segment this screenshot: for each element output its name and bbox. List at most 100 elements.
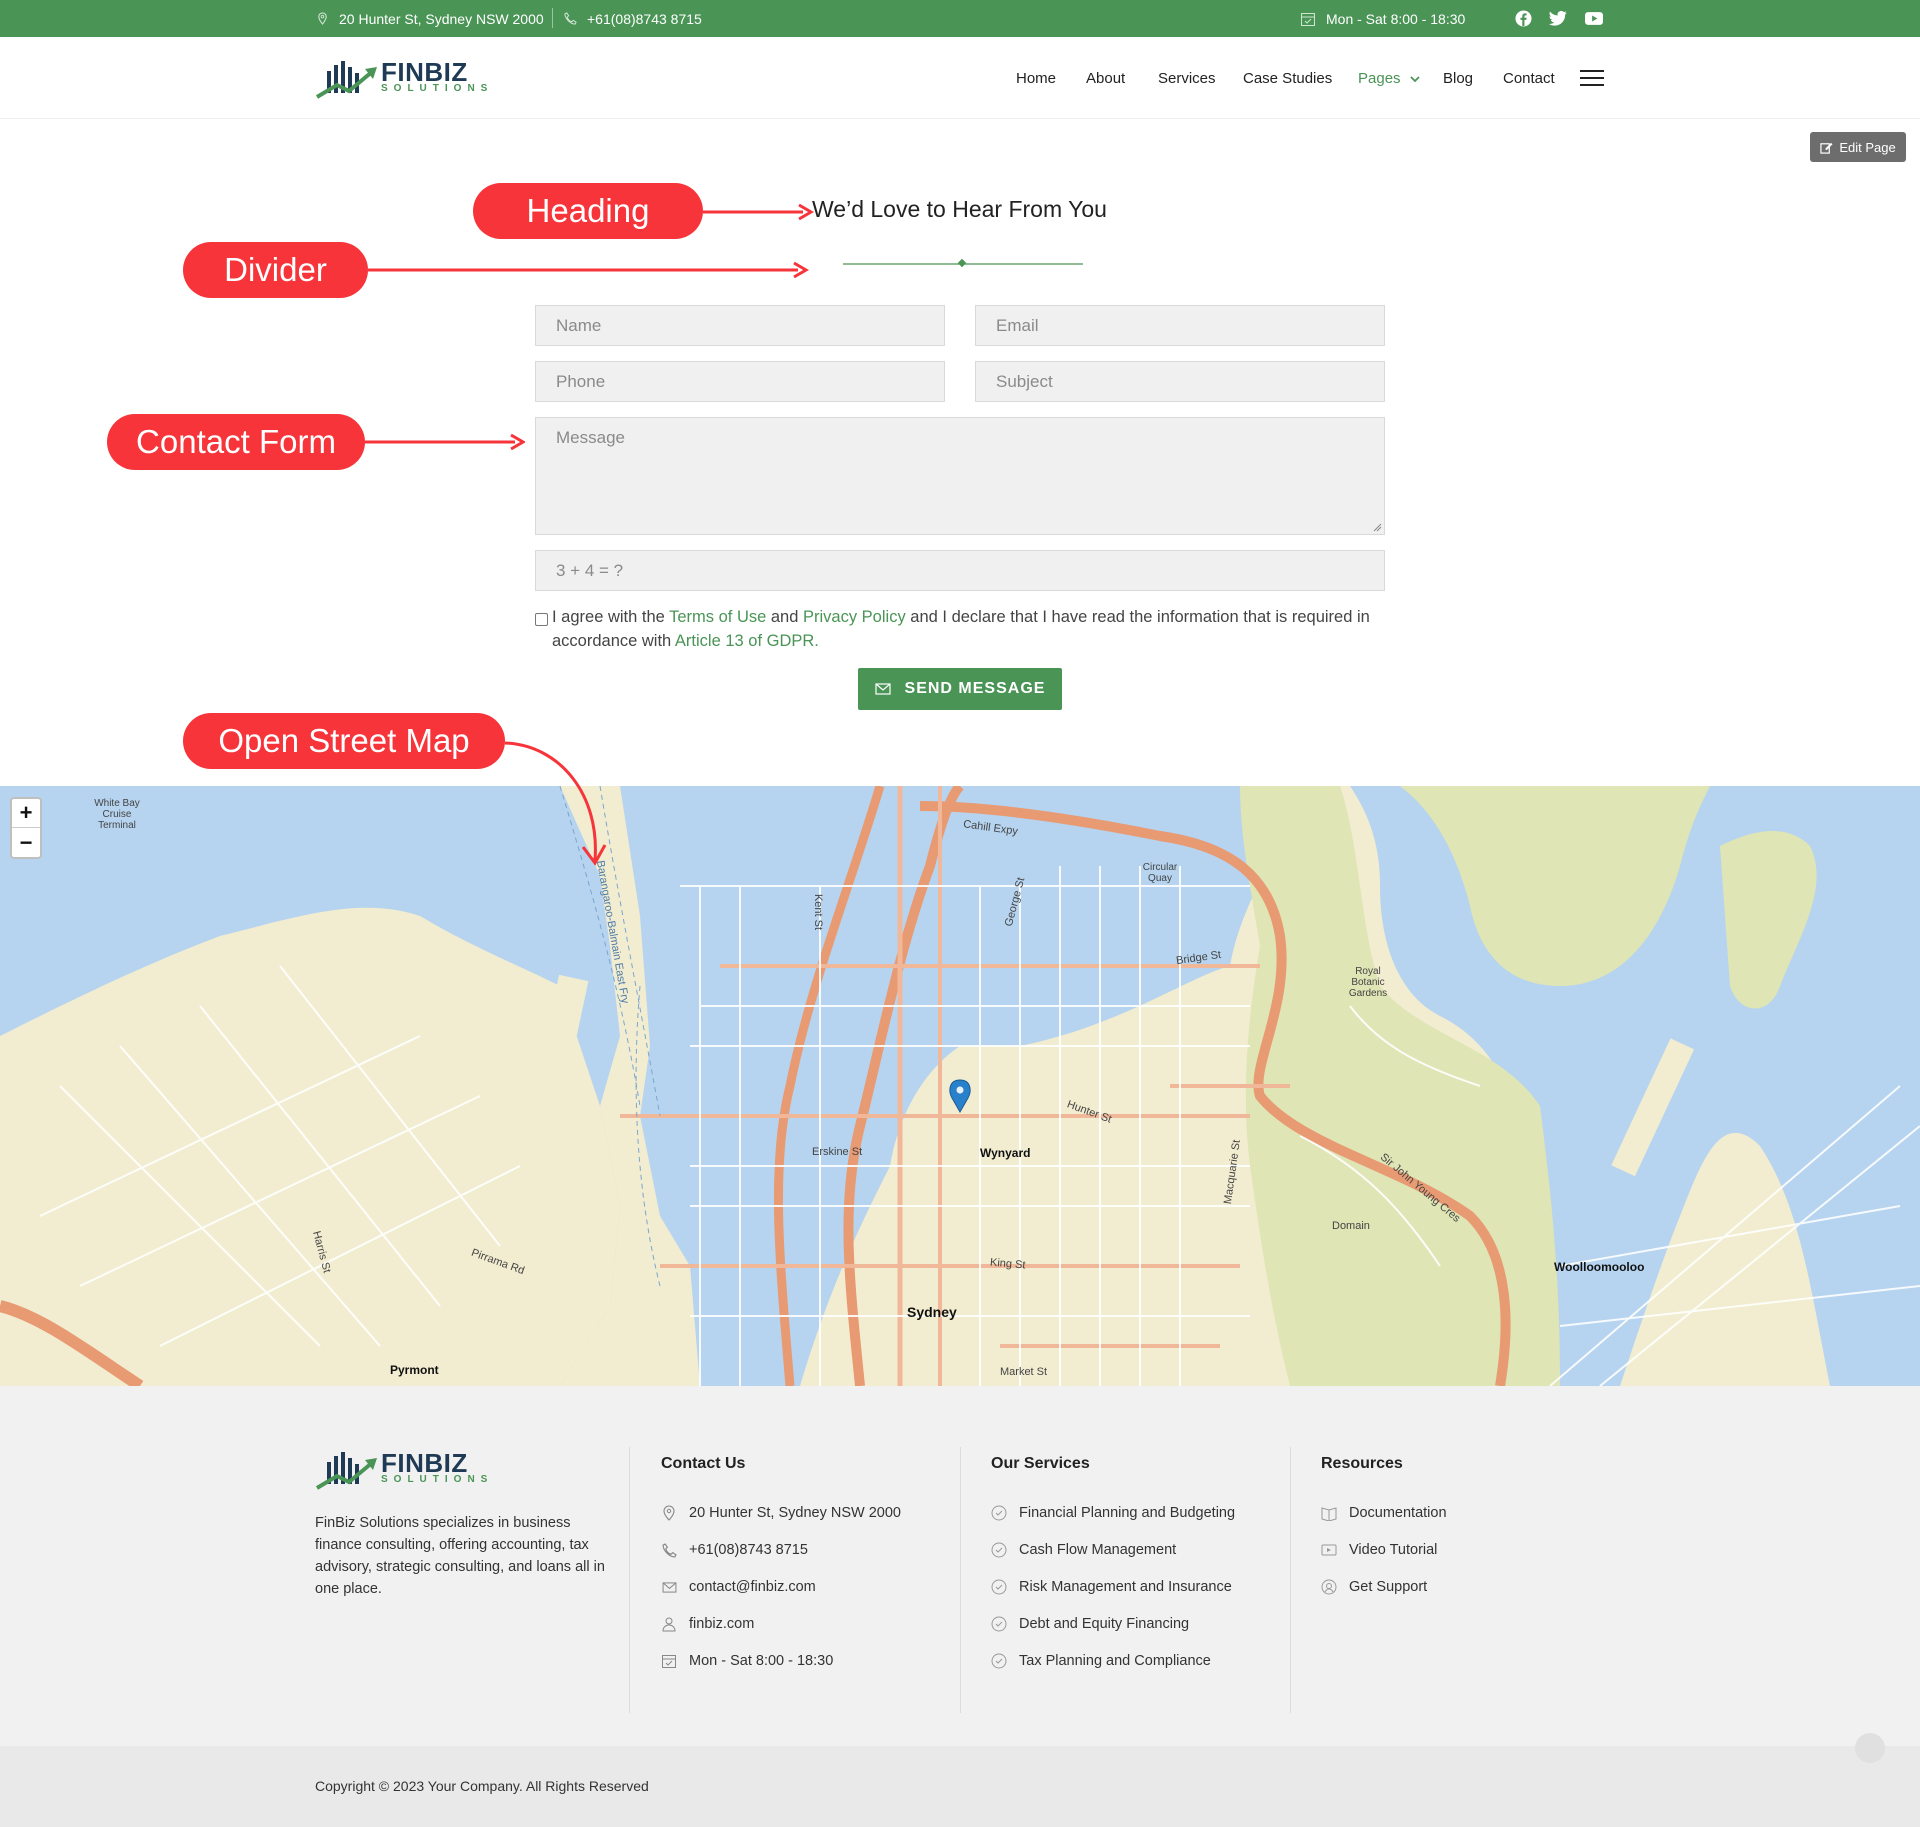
map-label-erskine: Erskine St <box>812 1146 863 1158</box>
calendar-icon <box>661 1653 677 1669</box>
topbar-address: 20 Hunter St, Sydney NSW 2000 <box>316 0 544 37</box>
agree-checkbox[interactable] <box>535 613 548 626</box>
footer-description: FinBiz Solutions specializes in business… <box>315 1515 605 1597</box>
edit-page-button[interactable]: Edit Page <box>1810 132 1906 162</box>
nav-blog[interactable]: Blog <box>1443 70 1473 87</box>
annotation-heading: Heading <box>473 183 703 239</box>
top-bar: 20 Hunter St, Sydney NSW 2000 +61(08)874… <box>0 0 1920 37</box>
name-field[interactable]: Name <box>535 305 945 346</box>
youtube-icon[interactable] <box>1585 9 1603 27</box>
mail-icon <box>874 683 891 695</box>
footer-service-item[interactable]: Financial Planning and Budgeting <box>991 1505 1235 1521</box>
check-circle-icon <box>991 1542 1007 1558</box>
footer-bottom-bar <box>0 1746 1920 1827</box>
facebook-icon[interactable] <box>1514 9 1532 27</box>
privacy-link[interactable]: Privacy Policy <box>803 608 906 626</box>
calendar-icon <box>1301 12 1315 26</box>
annotation-divider: Divider <box>183 242 368 298</box>
footer-resources-title: Resources <box>1321 1455 1403 1472</box>
map-label-woolloomooloo: Woolloomooloo <box>1554 1260 1645 1274</box>
zoom-in-button[interactable]: + <box>12 799 40 828</box>
map-pin-icon <box>318 12 327 25</box>
check-circle-icon <box>991 1579 1007 1595</box>
annotation-map: Open Street Map <box>183 713 505 769</box>
topbar-hours: Mon - Sat 8:00 - 18:30 <box>1300 0 1465 37</box>
logo-wordmark: FINBIZ <box>381 1448 468 1478</box>
email-field[interactable]: Email <box>975 305 1385 346</box>
logo-tagline: SOLUTIONS <box>381 1474 494 1485</box>
map-tiles <box>0 786 1920 1386</box>
annotation-arrow-map <box>504 741 607 866</box>
footer-service-item[interactable]: Tax Planning and Compliance <box>991 1653 1211 1669</box>
footer-resource-documentation[interactable]: Documentation <box>1321 1505 1447 1521</box>
hamburger-menu-icon[interactable] <box>1580 70 1604 86</box>
nav-home[interactable]: Home <box>1016 70 1056 87</box>
phone-field[interactable]: Phone <box>535 361 945 402</box>
site-header: FINBIZ SOLUTIONS Home About Services Cas… <box>0 37 1920 119</box>
footer-contact-phone[interactable]: +61(08)8743 8715 <box>661 1542 808 1558</box>
map-label-domain: Domain <box>1332 1220 1370 1232</box>
map-label-market: Market St <box>1000 1366 1048 1378</box>
send-message-button[interactable]: SEND MESSAGE <box>858 668 1062 710</box>
main-nav: Home About Services Case Studies Pages B… <box>0 37 1920 119</box>
captcha-field[interactable]: 3 + 4 = ? <box>535 550 1385 591</box>
map-label-sydney: Sydney <box>907 1304 957 1320</box>
video-icon <box>1321 1542 1337 1558</box>
check-circle-icon <box>991 1653 1007 1669</box>
map-pin-icon <box>661 1505 677 1521</box>
footer-contact-email[interactable]: contact@finbiz.com <box>661 1579 816 1595</box>
section-divider <box>843 258 1083 268</box>
nav-services[interactable]: Services <box>1158 70 1216 87</box>
map-label-circular-quay: Circular Quay <box>1142 862 1178 884</box>
book-icon <box>1321 1505 1337 1521</box>
footer-resource-video[interactable]: Video Tutorial <box>1321 1542 1437 1558</box>
edit-icon <box>1820 142 1833 154</box>
footer-divider <box>960 1447 961 1713</box>
map-label-royal-botanic: Royal Botanic Gardens <box>1348 966 1388 999</box>
footer-services-title: Our Services <box>991 1455 1090 1472</box>
phone-icon <box>661 1542 677 1558</box>
topbar-divider <box>552 8 553 28</box>
message-textarea[interactable]: Message <box>535 417 1385 535</box>
chevron-down-icon <box>1410 75 1420 82</box>
footer-service-item[interactable]: Risk Management and Insurance <box>991 1579 1232 1595</box>
street-map[interactable]: Sydney Wynyard Pyrmont Woolloomooloo Dom… <box>0 786 1920 1386</box>
annotation-arrow-divider <box>368 261 809 279</box>
nav-pages[interactable]: Pages <box>1358 70 1420 87</box>
terms-link[interactable]: Terms of Use <box>669 608 766 626</box>
map-zoom-control: + − <box>10 797 42 859</box>
map-label-pyrmont: Pyrmont <box>390 1363 439 1377</box>
back-to-top-button[interactable] <box>1855 1733 1885 1763</box>
annotation-arrow-contact-form <box>365 433 525 451</box>
annotation-contact-form: Contact Form <box>107 414 365 470</box>
check-circle-icon <box>991 1616 1007 1632</box>
gdpr-link[interactable]: Article 13 of GDPR <box>675 632 814 650</box>
subject-field[interactable]: Subject <box>975 361 1385 402</box>
globe-user-icon <box>661 1616 677 1632</box>
phone-icon <box>564 12 577 25</box>
footer-divider <box>629 1447 630 1713</box>
resize-handle-icon[interactable] <box>1373 523 1382 532</box>
footer-contact-website[interactable]: finbiz.com <box>661 1616 754 1632</box>
logo-chart-icon <box>315 1452 377 1490</box>
footer-contact-title: Contact Us <box>661 1455 746 1472</box>
topbar-phone[interactable]: +61(08)8743 8715 <box>564 0 702 37</box>
nav-about[interactable]: About <box>1086 70 1125 87</box>
footer-service-item[interactable]: Debt and Equity Financing <box>991 1616 1189 1632</box>
footer-service-item[interactable]: Cash Flow Management <box>991 1542 1176 1558</box>
zoom-out-button[interactable]: − <box>12 828 40 857</box>
twitter-icon[interactable] <box>1549 9 1567 27</box>
agree-text: I agree with the Terms of Use and Privac… <box>552 608 1370 650</box>
annotation-arrow-heading <box>703 203 814 221</box>
nav-case-studies[interactable]: Case Studies <box>1243 70 1332 87</box>
copyright-text: Copyright © 2023 Your Company. All Right… <box>315 1778 649 1794</box>
support-icon <box>1321 1579 1337 1595</box>
footer-resource-support[interactable]: Get Support <box>1321 1579 1427 1595</box>
nav-contact[interactable]: Contact <box>1503 70 1555 87</box>
footer-divider <box>1290 1447 1291 1713</box>
footer-logo[interactable]: FINBIZ SOLUTIONS <box>315 1446 493 1490</box>
map-label-kent: Kent St <box>812 893 825 931</box>
mail-icon <box>661 1579 677 1595</box>
check-circle-icon <box>991 1505 1007 1521</box>
footer-contact-address: 20 Hunter St, Sydney NSW 2000 <box>661 1505 901 1521</box>
